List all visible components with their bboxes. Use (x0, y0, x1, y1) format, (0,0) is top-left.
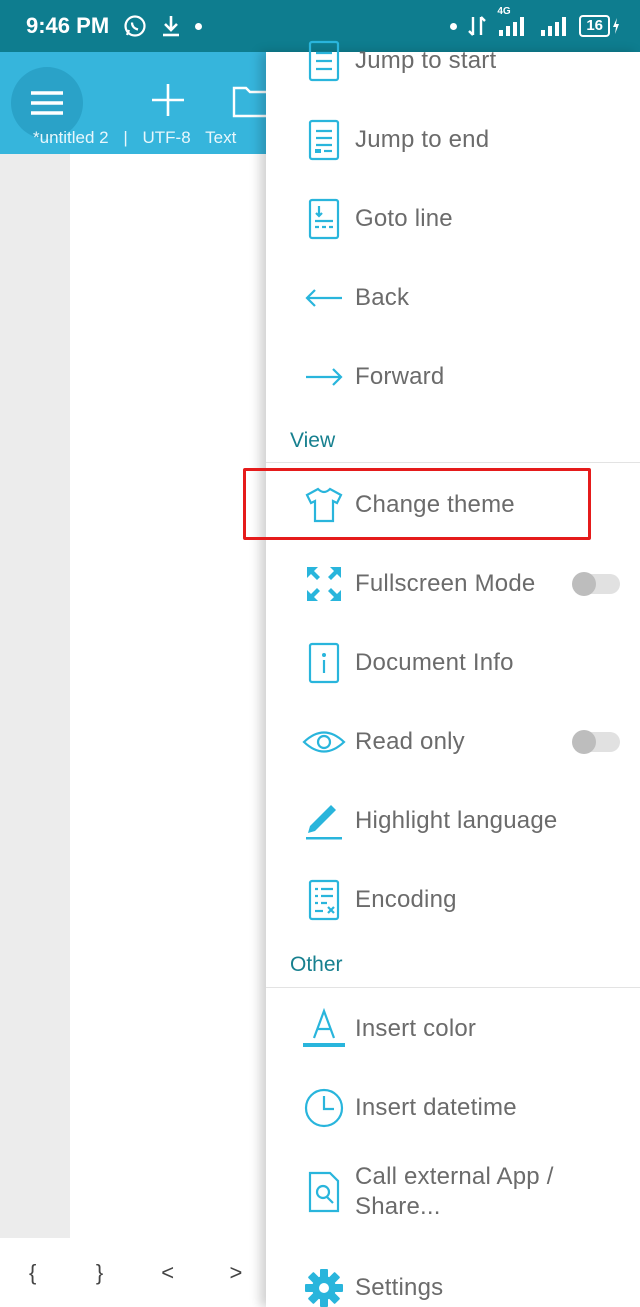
download-icon (161, 14, 181, 38)
menu-item-insert-datetime[interactable]: Insert datetime (266, 1068, 640, 1147)
whatsapp-icon (123, 14, 147, 38)
menu-item-label: Call external App / Share... (355, 1163, 554, 1220)
plus-icon (152, 84, 184, 116)
read-only-toggle[interactable] (572, 729, 620, 754)
menu-item-read-only[interactable]: Read only (266, 702, 640, 781)
symbol-key[interactable]: { (0, 1260, 65, 1286)
jump-start-icon (302, 39, 346, 83)
gear-icon (302, 1266, 346, 1307)
menu-item-forward[interactable]: Forward (266, 337, 640, 416)
divider (266, 987, 640, 988)
symbol-key[interactable]: } (65, 1260, 133, 1286)
menu-item-fullscreen-mode[interactable]: Fullscreen Mode (266, 544, 640, 623)
menu-item-call-external-app[interactable]: Call external App / Share... (266, 1150, 640, 1234)
menu-item-insert-color[interactable]: Insert color (266, 989, 640, 1068)
menu-item-label: Jump to end (355, 125, 490, 153)
encoding-label[interactable]: UTF-8 (143, 128, 191, 147)
mode-label[interactable]: Text (205, 128, 236, 147)
navigation-drawer: Jump to start Jump to end Goto line Back… (266, 40, 640, 1307)
menu-item-label: Highlight language (355, 806, 558, 834)
document-name: *untitled 2 (33, 128, 109, 147)
jump-end-icon (302, 118, 346, 162)
menu-item-label: Forward (355, 362, 445, 390)
section-title-other: Other (290, 953, 343, 976)
hamburger-icon (31, 91, 63, 115)
symbol-bar: { } < > (0, 1238, 270, 1307)
external-app-icon (302, 1170, 346, 1214)
separator: | (123, 128, 128, 147)
menu-item-label: Back (355, 283, 410, 311)
menu-item-label: Jump to start (355, 46, 497, 74)
fullscreen-icon (302, 562, 346, 606)
encoding-icon (302, 878, 346, 922)
eye-icon (302, 720, 346, 764)
menu-item-label: Goto line (355, 204, 453, 232)
menu-item-label: Document Info (355, 648, 514, 676)
info-icon (302, 641, 346, 685)
goto-line-icon (302, 197, 346, 241)
divider (266, 462, 640, 463)
menu-item-document-info[interactable]: Document Info (266, 623, 640, 702)
section-title-view: View (290, 429, 336, 452)
fullscreen-toggle[interactable] (572, 571, 620, 596)
menu-item-label: Fullscreen Mode (355, 569, 536, 597)
network-label: 4G (497, 6, 511, 17)
symbol-key[interactable]: < (134, 1260, 202, 1286)
new-file-button[interactable] (150, 82, 186, 123)
menu-item-label: Insert datetime (355, 1093, 517, 1121)
symbol-key[interactable]: > (202, 1260, 270, 1286)
document-info-line: *untitled 2 | UTF-8 Text (33, 128, 246, 148)
menu-item-label: Encoding (355, 885, 457, 913)
notification-dot-icon (195, 22, 203, 30)
highlight-annotation-box (243, 468, 591, 540)
editor-area[interactable] (70, 154, 270, 1238)
arrow-left-icon (302, 276, 346, 320)
text-color-icon (302, 1007, 346, 1051)
menu-item-encoding[interactable]: Encoding (266, 860, 640, 939)
status-time: 9:46 PM (26, 13, 110, 38)
menu-item-settings[interactable]: Settings (266, 1248, 640, 1307)
clock-icon (302, 1086, 346, 1130)
menu-item-highlight-language[interactable]: Highlight language (266, 781, 640, 860)
menu-item-jump-to-end[interactable]: Jump to end (266, 100, 640, 179)
line-number-gutter (0, 154, 70, 1238)
menu-item-goto-line[interactable]: Goto line (266, 179, 640, 258)
menu-item-label: Settings (355, 1273, 444, 1301)
menu-item-back[interactable]: Back (266, 258, 640, 337)
menu-item-jump-to-start[interactable]: Jump to start (266, 21, 640, 100)
menu-item-label: Insert color (355, 1014, 477, 1042)
pencil-icon (302, 799, 346, 843)
menu-item-label: Read only (355, 727, 465, 755)
arrow-right-icon (302, 355, 346, 399)
